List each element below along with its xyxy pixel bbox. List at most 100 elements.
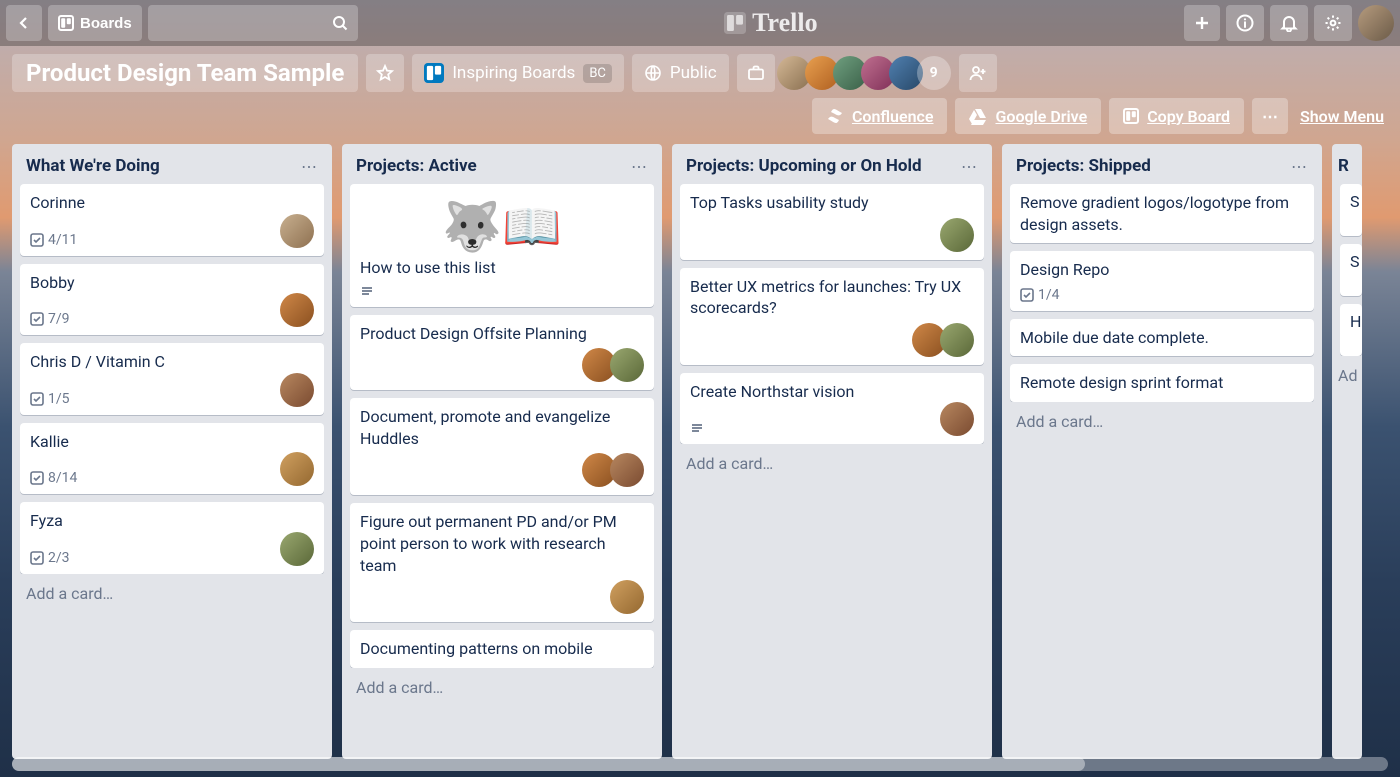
trello-logo: Trello [364,8,1178,38]
team-chip[interactable]: Inspiring Boards BC [412,54,624,92]
card-member-avatar[interactable] [280,532,314,566]
list-title[interactable]: Projects: Active [356,156,477,176]
notifications-button[interactable] [1270,5,1308,41]
card-member-avatar[interactable] [280,214,314,248]
gdrive-button[interactable]: Google Drive [955,98,1101,134]
horizontal-scrollbar[interactable] [12,757,1388,771]
list-title[interactable]: Projects: Upcoming or On Hold [686,156,922,176]
card-title: Better UX metrics for launches: Try UX s… [690,276,974,319]
boards-button[interactable]: Boards [48,5,142,41]
card[interactable]: Remove gradient logos/logotype from desi… [1010,184,1314,243]
checklist-icon [30,312,44,326]
card[interactable]: H [1340,304,1362,356]
visibility-chip[interactable]: Public [632,54,729,92]
org-button[interactable] [737,54,775,92]
card-title: Create Northstar vision [690,381,974,403]
list-menu-button[interactable]: ⋯ [301,157,318,176]
card-member-avatar[interactable] [940,323,974,357]
add-card-button[interactable]: Add a card… [672,444,992,485]
confluence-button[interactable]: Confluence [812,98,948,134]
add-card-button[interactable]: Add a card… [12,574,332,615]
card[interactable]: Mobile due date complete. [1010,319,1314,357]
card-member-avatar[interactable] [610,580,644,614]
settings-button[interactable] [1314,5,1352,41]
list-menu-button[interactable]: ⋯ [961,157,978,176]
board-canvas[interactable]: What We're Doing ⋯ Corinne 4/11 Bobby 7/… [0,144,1400,771]
add-card-button[interactable]: Add a card… [342,668,662,709]
card[interactable]: Chris D / Vitamin C 1/5 [20,343,324,415]
boards-icon [58,15,74,31]
checklist-icon [30,233,44,247]
create-button[interactable] [1184,5,1220,41]
add-card-button[interactable]: Add a card… [1002,402,1322,443]
board-title[interactable]: Product Design Team Sample [12,54,358,92]
card-member-avatar[interactable] [280,293,314,327]
card[interactable]: Document, promote and evangelize Huddles [350,398,654,495]
card[interactable]: Better UX metrics for launches: Try UX s… [680,268,984,365]
card[interactable]: Figure out permanent PD and/or PM point … [350,503,654,622]
card[interactable]: Fyza 2/3 [20,502,324,574]
checklist-count: 2/3 [48,550,70,566]
search-input[interactable] [148,5,358,41]
show-menu-label: Show Menu [1300,107,1384,126]
back-button[interactable] [6,5,42,41]
list-active: Projects: Active ⋯ 🐺📖 How to use this li… [342,144,662,759]
copy-board-button[interactable]: Copy Board [1109,98,1244,134]
card-member-avatar[interactable] [280,452,314,486]
global-header: Boards Trello [0,0,1400,46]
board-members[interactable]: 9 [783,56,951,90]
copy-label: Copy Board [1147,107,1230,126]
card[interactable]: S [1340,184,1362,236]
show-menu-button[interactable]: Show Menu [1296,98,1388,134]
list-title[interactable]: R [1338,156,1349,176]
card[interactable]: Create Northstar vision [680,373,984,445]
member-overflow[interactable]: 9 [917,56,951,90]
card-member-avatar[interactable] [610,348,644,382]
card[interactable]: Top Tasks usability study [680,184,984,260]
list-title[interactable]: What We're Doing [26,156,160,176]
search-icon [332,15,348,31]
star-icon [376,64,394,82]
add-card-button[interactable]: Ad [1332,356,1362,395]
add-user-icon [969,64,987,82]
checklist-icon [30,471,44,485]
card[interactable]: Documenting patterns on mobile [350,630,654,668]
description-icon [360,285,374,299]
checklist-icon [30,551,44,565]
info-button[interactable] [1226,5,1264,41]
card-title: S [1350,252,1360,271]
list-menu-button[interactable]: ⋯ [1291,157,1308,176]
card-title: S [1350,192,1360,211]
card-member-avatar[interactable] [940,402,974,436]
card[interactable]: Corinne 4/11 [20,184,324,256]
user-avatar[interactable] [1358,5,1394,41]
card-title: Chris D / Vitamin C [30,351,314,373]
more-button[interactable]: ⋯ [1252,98,1288,134]
gear-icon [1324,14,1342,32]
scrollbar-thumb[interactable] [12,757,1085,771]
list-title[interactable]: Projects: Shipped [1016,156,1151,176]
card[interactable]: 🐺📖 How to use this list [350,184,654,307]
star-button[interactable] [366,54,404,92]
card-cover-sticker: 🐺📖 [360,192,644,257]
checklist-count: 1/5 [48,391,70,407]
card[interactable]: S [1340,244,1362,296]
description-icon [690,422,704,436]
card-member-avatar[interactable] [280,373,314,407]
globe-icon [644,64,662,82]
card-title: Documenting patterns on mobile [360,638,644,660]
card-member-avatar[interactable] [940,218,974,252]
card-member-avatar[interactable] [610,453,644,487]
card[interactable]: Kallie 8/14 [20,423,324,495]
card[interactable]: Product Design Offsite Planning [350,315,654,391]
card[interactable]: Remote design sprint format [1010,364,1314,402]
list-menu-button[interactable]: ⋯ [631,157,648,176]
card-title: Mobile due date complete. [1020,327,1304,349]
boards-icon [1123,108,1139,124]
card[interactable]: Design Repo 1/4 [1010,251,1314,311]
card-title: Document, promote and evangelize Huddles [360,406,644,449]
add-member-button[interactable] [959,54,997,92]
card[interactable]: Bobby 7/9 [20,264,324,336]
visibility-label: Public [670,63,717,83]
trello-mini-icon [424,63,444,83]
